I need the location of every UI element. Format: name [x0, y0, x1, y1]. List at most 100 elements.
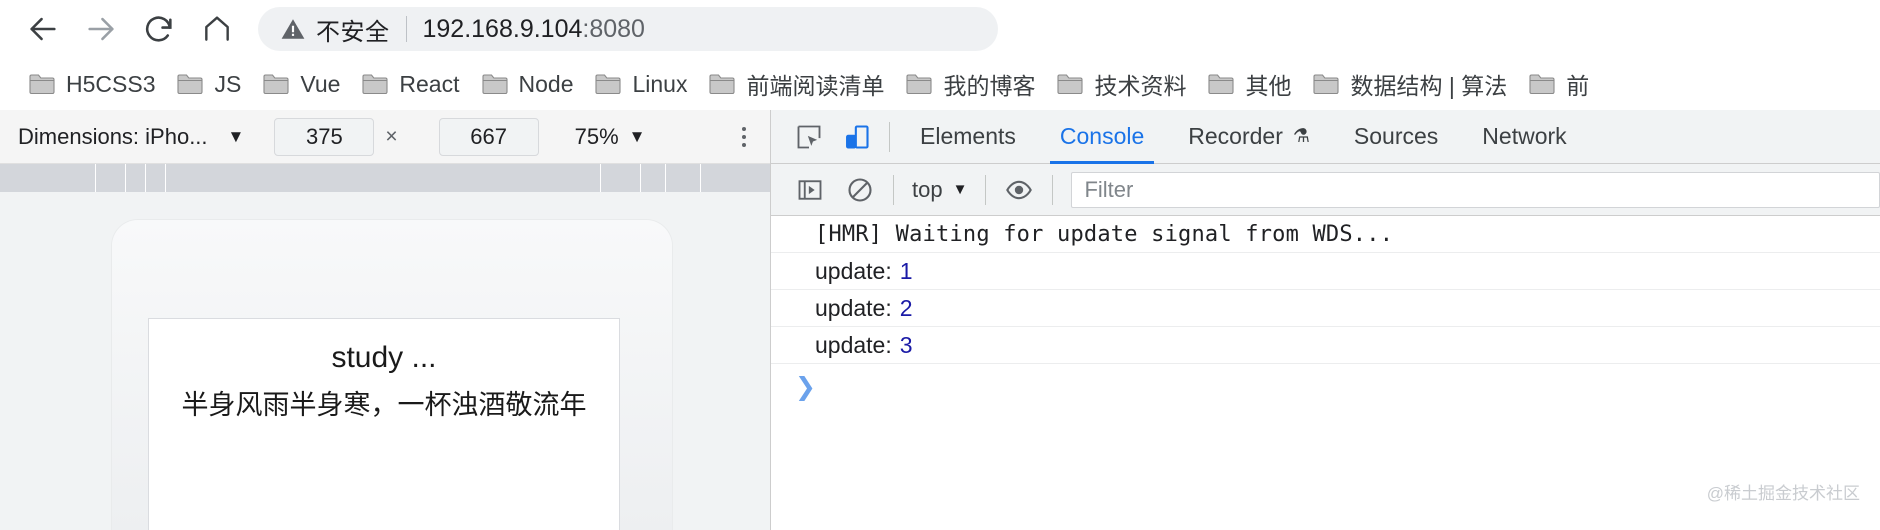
folder-icon — [177, 73, 204, 95]
folder-icon — [481, 73, 508, 95]
home-button[interactable] — [188, 0, 246, 58]
live-expression-button[interactable] — [994, 164, 1044, 216]
bookmark-item[interactable]: 数据结构 | 算法 — [1302, 64, 1518, 104]
console-message-value: 2 — [899, 294, 913, 321]
console-message: update: 1 — [771, 253, 1880, 290]
console-rows: [HMR] Waiting for update signal from WDS… — [771, 216, 1880, 364]
console-filter-input[interactable]: Filter — [1071, 171, 1880, 208]
console-message-value: 3 — [899, 331, 913, 358]
folder-icon — [1313, 73, 1340, 95]
address-bar[interactable]: 不安全 192.168.9.104:8080 — [258, 7, 998, 51]
devtools-tabbar: Elements Console Recorder ⚗ Sources Network — [771, 110, 1880, 164]
bookmark-item[interactable]: Node — [471, 64, 585, 104]
kebab-dot — [742, 134, 746, 139]
page-title: study ... — [331, 341, 437, 374]
bookmark-label: 数据结构 | 算法 — [1350, 73, 1508, 99]
chevron-down-icon: ▼ — [952, 181, 968, 198]
navigation-bar: 不安全 192.168.9.104:8080 — [0, 0, 1880, 58]
watermark: @稀土掘金技术社区 — [1706, 484, 1860, 503]
security-status-label: 不安全 — [316, 18, 390, 46]
device-width-input[interactable]: 375 — [274, 117, 375, 156]
folder-icon — [1529, 73, 1555, 95]
tab-label: Recorder — [1188, 123, 1283, 149]
ruler-tick — [165, 164, 166, 192]
ruler-tick — [95, 164, 96, 192]
bookmark-item[interactable]: Vue — [252, 64, 351, 104]
bookmark-label: H5CSS3 — [66, 70, 156, 97]
console-message-text: [HMR] Waiting for update signal from WDS… — [815, 221, 1394, 247]
bookmark-label: 技术资料 — [1094, 73, 1187, 99]
execution-context-select[interactable]: top ▼ — [902, 177, 977, 203]
folder-icon — [1057, 73, 1084, 95]
device-emulation-toolbar: Dimensions: iPho... ▼ 375 × 667 75% ▼ — [0, 110, 770, 164]
console-message-value: 1 — [899, 257, 913, 284]
bookmark-label: Vue — [300, 70, 341, 97]
clear-console-button[interactable] — [835, 164, 885, 216]
arrow-left-icon — [30, 17, 56, 41]
console-message-list: [HMR] Waiting for update signal from WDS… — [771, 216, 1880, 530]
bookmark-item[interactable]: React — [351, 64, 470, 104]
device-ruler[interactable] — [0, 164, 770, 192]
folder-icon — [906, 73, 933, 95]
inspect-cursor-icon — [797, 125, 821, 148]
bookmark-item[interactable]: 技术资料 — [1046, 64, 1197, 104]
bookmark-label: Node — [518, 70, 574, 97]
bookmark-label: 前 — [1566, 73, 1590, 99]
bookmark-item[interactable]: 前 — [1518, 64, 1600, 104]
tab-sources[interactable]: Sources — [1332, 110, 1460, 164]
bookmark-item[interactable]: 其他 — [1197, 64, 1302, 104]
url-port: :8080 — [582, 14, 645, 43]
back-button[interactable] — [14, 0, 72, 58]
bookmark-item[interactable]: 前端阅读清单 — [698, 64, 895, 104]
folder-icon — [263, 73, 289, 95]
console-filter-placeholder: Filter — [1084, 176, 1134, 202]
device-preset-select[interactable]: Dimensions: iPho... ▼ — [18, 124, 244, 150]
page-content: study ... 半身风雨半身寒，一杯浊酒敬流年 — [148, 318, 620, 530]
chevron-down-icon: ▼ — [227, 126, 245, 146]
bookmark-label: 我的博客 — [943, 73, 1036, 99]
bookmark-item[interactable]: 我的博客 — [895, 64, 1046, 104]
bookmark-item[interactable]: JS — [166, 64, 252, 104]
toolbar-divider — [985, 174, 987, 205]
bookmark-label: Linux — [632, 70, 688, 97]
folder-icon — [1208, 73, 1235, 95]
device-height-input[interactable]: 667 — [438, 117, 539, 156]
console-sidebar-toggle-button[interactable] — [785, 164, 835, 216]
tab-network[interactable]: Network — [1460, 110, 1588, 164]
omnibox-divider — [405, 16, 407, 42]
console-prompt[interactable]: ❯ — [771, 364, 1880, 410]
tab-label: Console — [1059, 123, 1145, 149]
forward-button[interactable] — [72, 0, 130, 58]
tab-console[interactable]: Console — [1038, 110, 1166, 164]
device-preset-label: Dimensions: iPho... — [18, 123, 208, 149]
device-more-options-button[interactable] — [742, 126, 746, 147]
devtools-pane: Elements Console Recorder ⚗ Sources Network t… — [770, 110, 1880, 530]
device-viewport-area: study ... 半身风雨半身寒，一杯浊酒敬流年 — [0, 192, 770, 530]
folder-icon — [595, 73, 622, 95]
tab-label: Elements — [920, 123, 1016, 149]
kebab-dot — [742, 126, 746, 131]
toolbar-divider — [889, 121, 890, 152]
console-message: [HMR] Waiting for update signal from WDS… — [771, 216, 1880, 253]
dimension-separator: × — [385, 124, 398, 148]
ruler-tick — [700, 164, 701, 192]
bookmark-item[interactable]: Linux — [584, 64, 698, 104]
device-toolbar-icon — [846, 124, 869, 149]
device-zoom-select[interactable]: 75% ▼ — [575, 124, 646, 150]
tab-recorder[interactable]: Recorder ⚗ — [1166, 110, 1332, 164]
ruler-tick — [640, 164, 641, 192]
insecure-warning-icon — [280, 16, 306, 42]
toggle-device-toolbar-button[interactable] — [833, 110, 881, 164]
bookmark-label: React — [399, 70, 460, 97]
ruler-tick — [145, 164, 146, 192]
reload-button[interactable] — [130, 0, 188, 58]
prompt-caret-icon: ❯ — [795, 372, 816, 401]
bookmark-item[interactable]: H5CSS3 — [18, 64, 166, 104]
url-text: 192.168.9.104:8080 — [423, 15, 645, 44]
ruler-tick — [665, 164, 666, 192]
bookmarks-bar: H5CSS3 JS Vue React Node Linux 前端阅读清单 我的博客 技术资料 其… — [0, 58, 1880, 110]
tab-label: Sources — [1353, 123, 1439, 149]
inspect-element-button[interactable] — [785, 110, 833, 164]
page-subtitle: 半身风雨半身寒，一杯浊酒敬流年 — [181, 390, 587, 420]
tab-elements[interactable]: Elements — [898, 110, 1038, 164]
